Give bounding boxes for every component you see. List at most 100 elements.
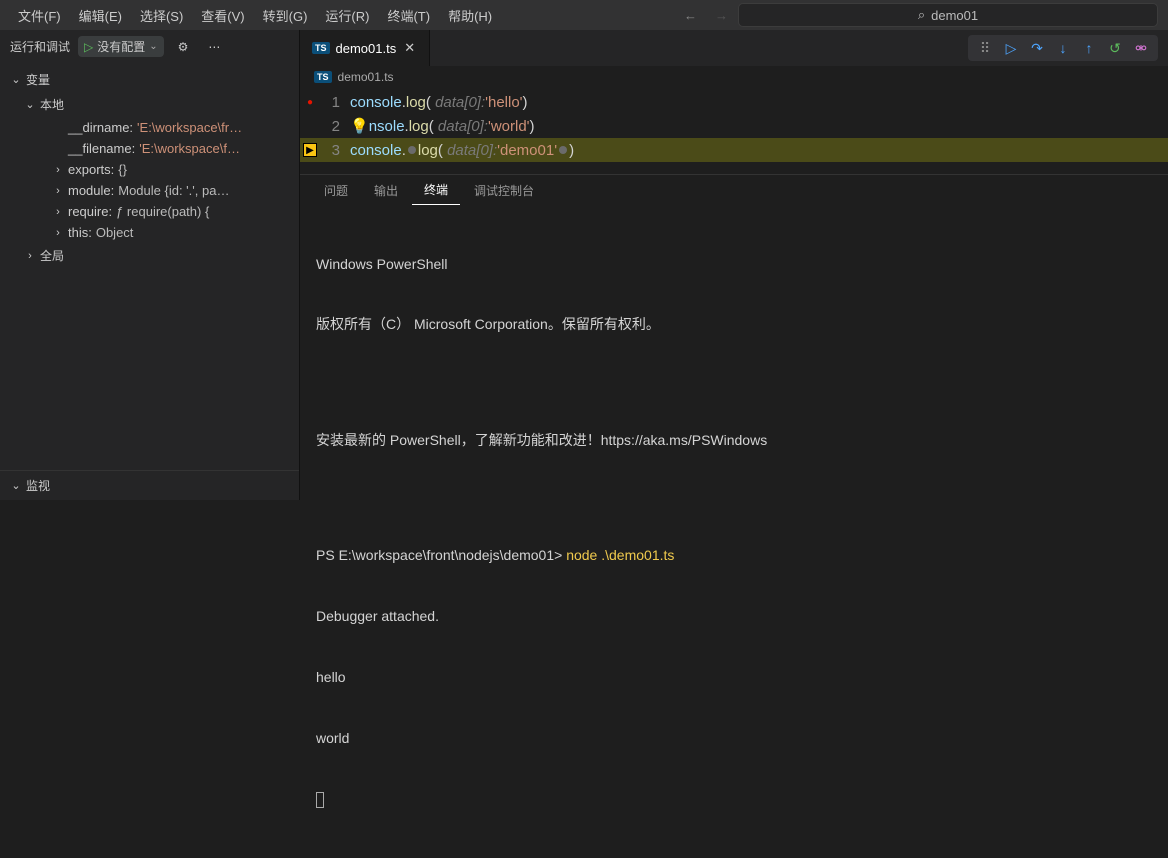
step-over-button[interactable]: ↷ (1028, 39, 1046, 57)
variable-value: {} (118, 162, 127, 177)
code-content[interactable]: 💡nsole.log( data[0]: 'world') (350, 117, 1168, 135)
section-local[interactable]: ⌄ 本地 (20, 92, 293, 117)
chevron-right-icon: › (52, 185, 64, 197)
tab-demo01[interactable]: TS demo01.ts ✕ (300, 30, 430, 66)
terminal-line: hello (316, 667, 1152, 687)
code-content[interactable]: console.log( data[0]: 'hello') (350, 94, 1168, 111)
terminal-output[interactable]: Windows PowerShell 版权所有（C） Microsoft Cor… (300, 205, 1168, 858)
section-variables-label: 变量 (26, 71, 50, 88)
menubar: 文件(F) 编辑(E) 选择(S) 查看(V) 转到(G) 运行(R) 终端(T… (0, 0, 1168, 30)
variable-name: exports: (68, 162, 114, 177)
section-local-label: 本地 (40, 96, 64, 113)
debug-toolbar[interactable]: ⠿ ▷ ↷ ↓ ↑ ↺ ⚮ (968, 35, 1158, 61)
search-icon: ⌕ (918, 7, 925, 23)
tab-output[interactable]: 输出 (362, 176, 410, 205)
nav-back-button[interactable]: ← (676, 6, 705, 25)
variable-row[interactable]: › module: Module {id: '.', pa… (48, 180, 293, 201)
breakpoint-icon: ● (307, 97, 313, 108)
more-actions-button[interactable]: ⋯ (202, 38, 226, 56)
breadcrumb[interactable]: TS demo01.ts (300, 66, 1168, 88)
terminal-line: world (316, 728, 1152, 748)
debug-config-label: 没有配置 (97, 38, 145, 55)
variable-value: ƒ require(path) { (116, 204, 209, 219)
menu-file[interactable]: 文件(F) (10, 2, 69, 29)
restart-button[interactable]: ↺ (1106, 39, 1124, 57)
menu-selection[interactable]: 选择(S) (132, 2, 191, 29)
variable-row[interactable]: › require: ƒ require(path) { (48, 201, 293, 222)
section-global[interactable]: › 全局 (20, 243, 293, 268)
tab-terminal[interactable]: 终端 (412, 175, 460, 205)
menu-terminal[interactable]: 终端(T) (379, 2, 438, 29)
typescript-icon: TS (312, 42, 330, 54)
chevron-down-icon: ⌄ (24, 98, 36, 111)
lightbulb-icon[interactable]: 💡 (350, 117, 369, 135)
chevron-down-icon: ⌄ (10, 479, 22, 492)
variable-name: this: (68, 225, 92, 240)
terminal-line: Windows PowerShell (316, 254, 1152, 274)
step-out-button[interactable]: ↑ (1080, 39, 1098, 57)
editor-area: TS demo01.ts ✕ ⠿ ▷ ↷ ↓ ↑ ↺ ⚮ TS demo01.t… (300, 30, 1168, 500)
breakpoint-gutter[interactable]: ▶ (300, 143, 320, 157)
continue-button[interactable]: ▷ (1002, 39, 1020, 57)
variable-row[interactable]: › exports: {} (48, 159, 293, 180)
menu-go[interactable]: 转到(G) (255, 2, 316, 29)
code-editor[interactable]: ●1console.log( data[0]: 'hello')2💡nsole.… (300, 88, 1168, 174)
breakpoint-gutter[interactable]: ● (300, 97, 320, 108)
section-watch-label: 监视 (26, 477, 50, 494)
breadcrumb-file: demo01.ts (338, 70, 394, 84)
sidebar-title: 运行和调试 (10, 38, 70, 55)
debug-config-selector[interactable]: ▷ 没有配置 ⌄ (78, 36, 164, 57)
section-variables[interactable]: ⌄ 变量 (6, 67, 293, 92)
variable-row[interactable]: __filename: 'E:\workspace\f… (48, 138, 293, 159)
variable-name: __filename: (68, 141, 135, 156)
menu-edit[interactable]: 编辑(E) (71, 2, 130, 29)
panel-tabs: 问题 输出 终端 调试控制台 (300, 175, 1168, 205)
variable-row[interactable]: __dirname: 'E:\workspace\fr… (48, 117, 293, 138)
chevron-down-icon: ⌄ (149, 41, 157, 52)
line-number: 3 (320, 142, 350, 159)
debug-sidebar: 运行和调试 ▷ 没有配置 ⌄ ⚙ ⋯ ⌄ 变量 ⌄ 本地 __dirname: … (0, 30, 300, 500)
code-line[interactable]: 2💡nsole.log( data[0]: 'world') (300, 114, 1168, 138)
debug-settings-button[interactable]: ⚙ (172, 38, 195, 56)
variable-row[interactable]: › this: Object (48, 222, 293, 243)
tab-debug-console[interactable]: 调试控制台 (462, 176, 546, 205)
terminal-line: 安装最新的 PowerShell，了解新功能和改进！https://aka.ms… (316, 430, 1152, 450)
code-line[interactable]: ▶3console. log( data[0]: 'demo01' ) (300, 138, 1168, 162)
chevron-right-icon: › (52, 227, 64, 239)
terminal-line: 版权所有（C） Microsoft Corporation。保留所有权利。 (316, 314, 1152, 334)
menu-run[interactable]: 运行(R) (317, 2, 377, 29)
nav-forward-button[interactable]: → (707, 6, 736, 25)
menu-help[interactable]: 帮助(H) (440, 2, 500, 29)
code-line[interactable]: ● 1console.log( data[0]: 'hello') (300, 90, 1168, 114)
variable-name: module: (68, 183, 114, 198)
section-watch[interactable]: ⌄ 监视 (0, 471, 299, 500)
editor-tabs: TS demo01.ts ✕ ⠿ ▷ ↷ ↓ ↑ ↺ ⚮ (300, 30, 1168, 66)
chevron-right-icon: › (52, 206, 64, 218)
chevron-down-icon: ⌄ (10, 73, 22, 86)
variable-value: Object (96, 225, 134, 240)
typescript-icon: TS (314, 71, 332, 83)
section-global-label: 全局 (40, 247, 64, 264)
play-icon: ▷ (84, 40, 93, 54)
tab-problems[interactable]: 问题 (312, 176, 360, 205)
current-line-icon: ▶ (303, 143, 317, 157)
line-number: 1 (320, 94, 350, 111)
inline-hint-dot (559, 146, 567, 154)
disconnect-button[interactable]: ⚮ (1132, 39, 1150, 57)
chevron-right-icon: › (52, 164, 64, 176)
variable-name: require: (68, 204, 112, 219)
search-text: demo01 (931, 8, 978, 23)
tab-filename: demo01.ts (336, 41, 397, 56)
terminal-cursor-line (316, 789, 1152, 809)
step-into-button[interactable]: ↓ (1054, 39, 1072, 57)
terminal-line: PS E:\workspace\front\nodejs\demo01> nod… (316, 545, 1152, 565)
tab-close-button[interactable]: ✕ (402, 40, 417, 56)
line-number: 2 (320, 118, 350, 135)
variable-value: Module {id: '.', pa… (118, 183, 229, 198)
variable-value: 'E:\workspace\f… (139, 141, 240, 156)
command-center-search[interactable]: ⌕ demo01 (738, 3, 1158, 27)
code-content[interactable]: console. log( data[0]: 'demo01' ) (350, 142, 1168, 159)
menu-view[interactable]: 查看(V) (193, 2, 252, 29)
terminal-line: Debugger attached. (316, 606, 1152, 626)
drag-handle-icon[interactable]: ⠿ (976, 39, 994, 57)
